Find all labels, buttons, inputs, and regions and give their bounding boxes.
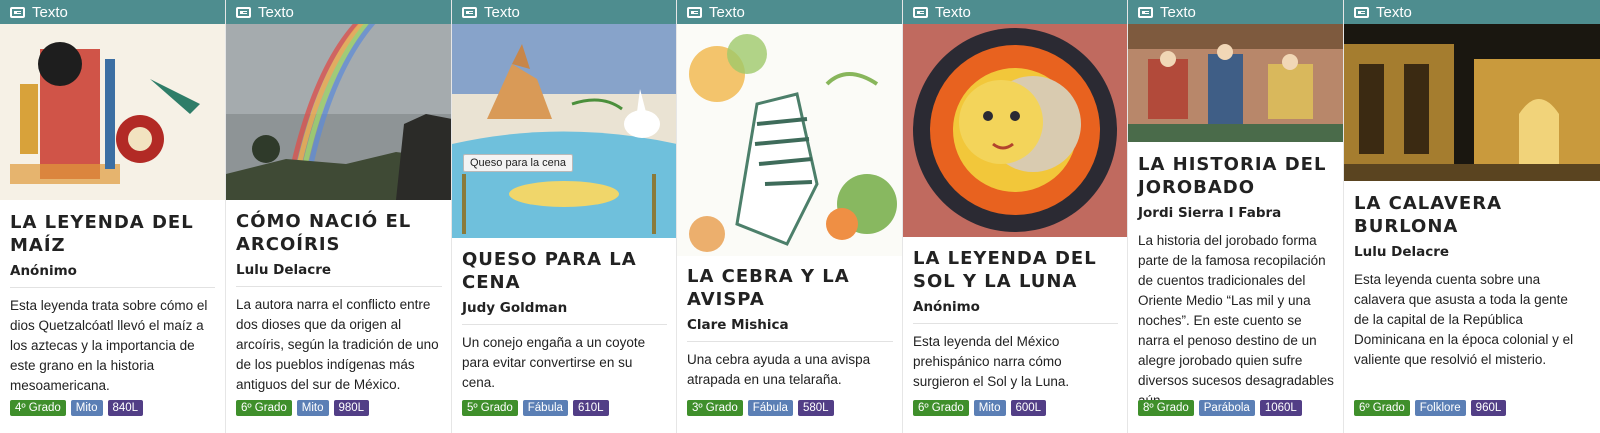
book-icon <box>10 6 25 18</box>
card-title[interactable]: La calavera burlona <box>1354 192 1569 238</box>
card-description: Esta leyenda cuenta sobre una calavera q… <box>1354 272 1574 367</box>
card-author: Clare Mishica <box>687 317 893 342</box>
grade-badge: 6º Grado <box>1354 400 1410 416</box>
text-card-queso-para-la-cena[interactable]: Texto Queso para la cena Queso para la c… <box>451 0 677 433</box>
text-card-la-leyenda-del-sol-y-la-luna[interactable]: Texto La leyenda del sol y la luna Anóni… <box>902 0 1128 433</box>
grade-badge: 6º Grado <box>236 400 292 416</box>
coyote-and-rabbit-illustration <box>452 24 677 238</box>
card-tags: 4º Grado Mito 840L <box>10 400 144 416</box>
card-image-coyote-rabbit[interactable]: Queso para la cena <box>452 24 677 238</box>
card-author: Anónimo <box>10 263 215 288</box>
card-author: Lulu Delacre <box>236 262 442 287</box>
card-image-persian-miniature[interactable] <box>1128 24 1344 142</box>
card-description: Esta leyenda trata sobre cómo el dios Qu… <box>10 298 208 393</box>
genre-badge: Mito <box>70 400 103 416</box>
card-type-header: Texto <box>1128 0 1344 24</box>
card-tags: 6º Grado Mito 600L <box>913 400 1047 416</box>
genre-badge: Mito <box>973 400 1006 416</box>
card-description: Esta leyenda del México prehispánico nar… <box>913 334 1070 389</box>
card-type-label: Texto <box>1376 3 1412 21</box>
rainbow-landscape-photo <box>226 24 452 200</box>
card-tags: 5º Grado Fábula 610L <box>462 400 609 416</box>
card-type-label: Texto <box>709 3 745 21</box>
text-card-la-leyenda-del-maiz[interactable]: Texto La leyenda del maíz Anónimo Esta l… <box>0 0 225 433</box>
text-card-como-nacio-el-arcoiris[interactable]: Texto Cómo nació el arcoíris Lulu Delacr… <box>225 0 452 433</box>
lexile-badge: 1060L <box>1259 400 1302 416</box>
card-image-zebra[interactable] <box>677 24 903 256</box>
lexile-badge: 960L <box>1470 400 1507 416</box>
book-icon <box>913 6 928 18</box>
card-description: Un conejo engaña a un coyote para evitar… <box>462 335 646 390</box>
grade-badge: 5º Grado <box>462 400 518 416</box>
text-card-la-cebra-y-la-avispa[interactable]: Texto La cebra y la avispa Clare Mishica… <box>676 0 903 433</box>
lexile-badge: 580L <box>797 400 834 416</box>
card-description: La historia del jorobado forma parte de … <box>1138 233 1334 408</box>
card-description: Una cebra ayuda a una avispa atrapada en… <box>687 352 871 387</box>
card-author: Jordi Sierra I Fabra <box>1138 205 1282 221</box>
card-image-rainbow[interactable] <box>226 24 452 200</box>
card-title[interactable]: Queso para la cena <box>462 248 667 294</box>
colonial-building-night-photo <box>1344 24 1600 181</box>
card-type-label: Texto <box>484 3 520 21</box>
card-type-label: Texto <box>32 3 68 21</box>
lexile-badge: 840L <box>107 400 144 416</box>
card-title[interactable]: Cómo nació el arcoíris <box>236 210 442 256</box>
book-icon <box>687 6 702 18</box>
card-title[interactable]: La leyenda del sol y la luna <box>913 247 1118 293</box>
lexile-badge: 600L <box>1010 400 1047 416</box>
card-title[interactable]: La cebra y la avispa <box>687 265 893 311</box>
book-icon <box>236 6 251 18</box>
sun-and-moon-artwork <box>903 24 1128 237</box>
card-author: Anónimo <box>913 299 1118 324</box>
card-title[interactable]: La historia del jorobado <box>1138 153 1334 199</box>
lexile-badge: 980L <box>333 400 370 416</box>
card-type-header: Texto <box>677 0 903 24</box>
card-author: Lulu Delacre <box>1354 244 1450 260</box>
card-type-header: Texto <box>452 0 677 24</box>
zebra-illustration <box>677 24 903 256</box>
card-type-label: Texto <box>935 3 971 21</box>
card-tags: 8º Grado Parábola 1060L <box>1138 400 1302 416</box>
card-image-sun-moon[interactable] <box>903 24 1128 237</box>
card-type-label: Texto <box>258 3 294 21</box>
card-author: Judy Goldman <box>462 300 667 325</box>
genre-badge: Parábola <box>1198 400 1255 416</box>
card-title[interactable]: La leyenda del maíz <box>10 211 215 257</box>
card-type-header: Texto <box>226 0 452 24</box>
card-tags: 3º Grado Fábula 580L <box>687 400 834 416</box>
card-type-header: Texto <box>0 0 225 24</box>
genre-badge: Mito <box>296 400 329 416</box>
aztec-deity-illustration <box>0 24 225 200</box>
genre-badge: Folklore <box>1414 400 1466 416</box>
persian-miniature-painting <box>1128 24 1344 142</box>
card-image-colonial-building[interactable] <box>1344 24 1600 181</box>
grade-badge: 8º Grado <box>1138 400 1194 416</box>
card-description: La autora narra el conflicto entre dos d… <box>236 297 439 392</box>
grade-badge: 3º Grado <box>687 400 743 416</box>
card-type-header: Texto <box>1344 0 1600 24</box>
card-image-aztec-deity[interactable] <box>0 24 225 200</box>
grade-badge: 4º Grado <box>10 400 66 416</box>
book-icon <box>1138 6 1153 18</box>
genre-badge: Fábula <box>522 400 568 416</box>
book-icon <box>462 6 477 18</box>
image-caption-tooltip: Queso para la cena <box>463 154 574 172</box>
text-card-strip: Texto La leyenda del maíz Anónimo Esta l… <box>0 0 1600 433</box>
text-card-la-calavera-burlona[interactable]: Texto La calavera burlona Lulu Delacre E… <box>1343 0 1600 433</box>
card-tags: 6º Grado Mito 980L <box>236 400 370 416</box>
text-card-la-historia-del-jorobado[interactable]: Texto La historia del jorobado Jordi Sie… <box>1127 0 1344 433</box>
card-type-label: Texto <box>1160 3 1196 21</box>
genre-badge: Fábula <box>747 400 793 416</box>
grade-badge: 6º Grado <box>913 400 969 416</box>
card-type-header: Texto <box>903 0 1128 24</box>
card-tags: 6º Grado Folklore 960L <box>1354 400 1507 416</box>
book-icon <box>1354 6 1369 18</box>
lexile-badge: 610L <box>572 400 609 416</box>
